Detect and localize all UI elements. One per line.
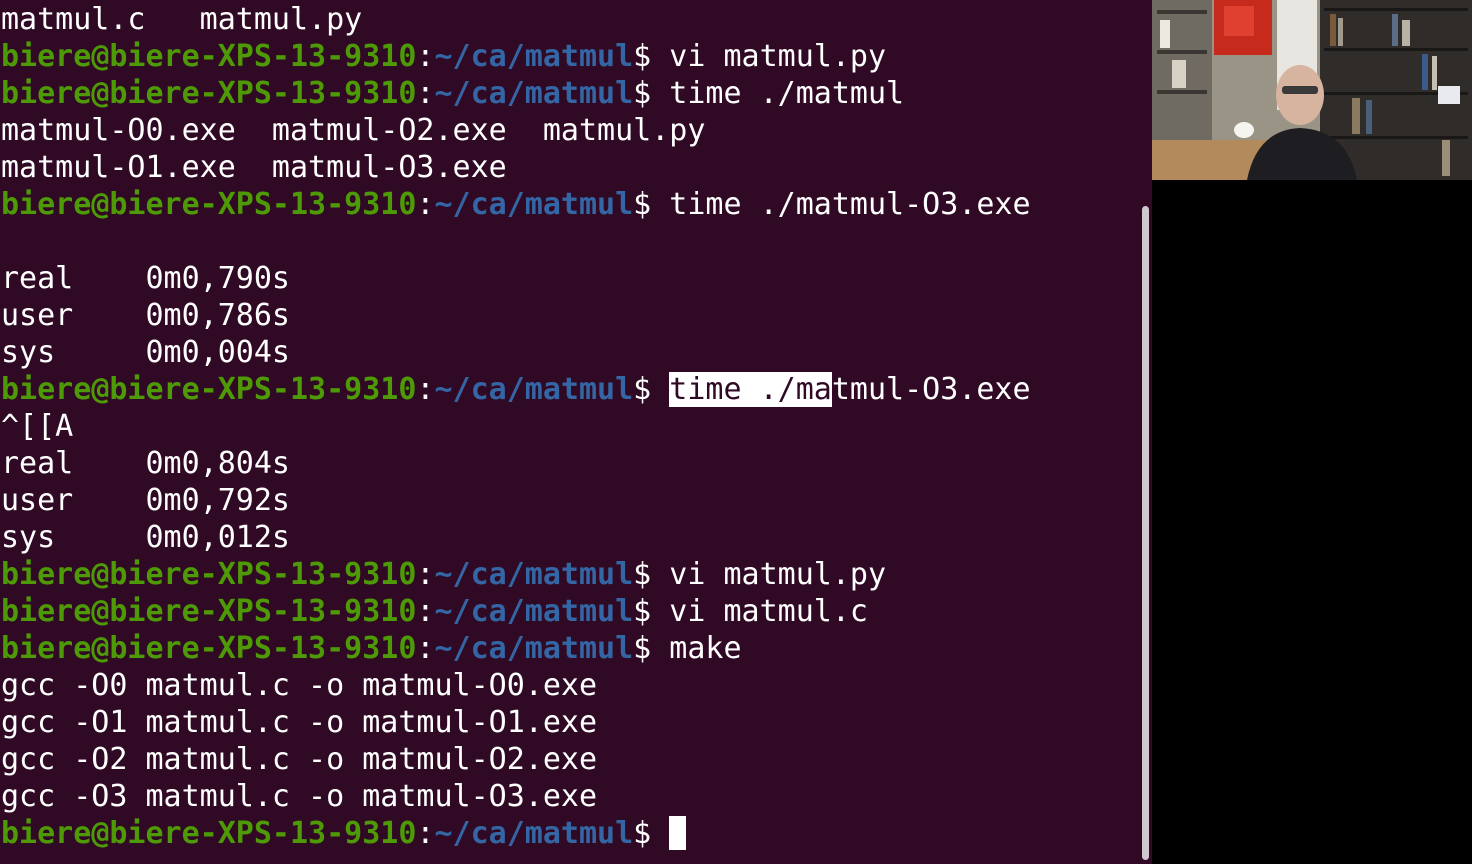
- command-text: vi matmul.c: [669, 594, 868, 629]
- output-line: user 0m0,786s: [1, 297, 1031, 334]
- output-line: user 0m0,792s: [1, 482, 1031, 519]
- prompt-line: biere@biere-XPS-13-9310:~/ca/matmul$: [1, 815, 1031, 852]
- output-line: matmul-O1.exe matmul-O3.exe: [1, 149, 1031, 186]
- prompt-separator: :: [416, 594, 435, 629]
- output-text: ^[[A: [1, 409, 74, 444]
- command-text: vi matmul.py: [669, 557, 887, 592]
- prompt-symbol: $: [633, 816, 652, 851]
- empty-video-area: [1152, 180, 1472, 864]
- output-text: user 0m0,786s: [1, 298, 290, 333]
- prompt-path: ~/ca/matmul: [434, 631, 634, 666]
- command-text: make: [669, 631, 742, 666]
- prompt-user-host: biere@biere-XPS-13-9310: [1, 557, 417, 592]
- prompt-path: ~/ca/matmul: [434, 557, 634, 592]
- prompt-path: ~/ca/matmul: [434, 39, 634, 74]
- prompt-path: ~/ca/matmul: [434, 187, 634, 222]
- prompt-user-host: biere@biere-XPS-13-9310: [1, 76, 417, 111]
- output-text: real 0m0,790s: [1, 261, 290, 296]
- output-text: matmul-O0.exe matmul-O2.exe matmul.py: [1, 113, 706, 148]
- output-text: matmul-O1.exe matmul-O3.exe: [1, 150, 507, 185]
- prompt-separator: :: [416, 557, 435, 592]
- output-line: real 0m0,790s: [1, 260, 1031, 297]
- output-text: user 0m0,792s: [1, 483, 290, 518]
- output-line: gcc -O0 matmul.c -o matmul-O0.exe: [1, 667, 1031, 704]
- prompt-user-host: biere@biere-XPS-13-9310: [1, 631, 417, 666]
- prompt-separator: :: [416, 816, 435, 851]
- command-text: time ./matmul-O3.exe: [669, 187, 1031, 222]
- output-text: sys 0m0,004s: [1, 335, 290, 370]
- prompt-symbol: $: [633, 39, 652, 74]
- prompt-separator: :: [416, 372, 435, 407]
- output-text: gcc -O0 matmul.c -o matmul-O0.exe: [1, 668, 598, 703]
- output-line: ^[[A: [1, 408, 1031, 445]
- text-cursor[interactable]: [669, 816, 687, 850]
- output-line: sys 0m0,012s: [1, 519, 1031, 556]
- prompt-symbol: $: [633, 76, 652, 111]
- terminal-window[interactable]: matmul.c matmul.py biere@biere-XPS-13-931…: [0, 0, 1152, 864]
- prompt-separator: :: [416, 39, 435, 74]
- prompt-separator: :: [416, 187, 435, 222]
- prompt-path: ~/ca/matmul: [434, 76, 634, 111]
- output-line: matmul.c matmul.py: [1, 1, 1031, 38]
- webcam-video-icon: [1152, 0, 1472, 180]
- terminal-output[interactable]: matmul.c matmul.py biere@biere-XPS-13-931…: [1, 1, 1031, 852]
- prompt-user-host: biere@biere-XPS-13-9310: [1, 594, 417, 629]
- prompt-line: biere@biere-XPS-13-9310:~/ca/matmul$ tim…: [1, 75, 1031, 112]
- output-text: gcc -O1 matmul.c -o matmul-O1.exe: [1, 705, 598, 740]
- webcam-overlay: [1152, 0, 1472, 180]
- output-line: real 0m0,804s: [1, 445, 1031, 482]
- output-text: sys 0m0,012s: [1, 520, 290, 555]
- prompt-line: biere@biere-XPS-13-9310:~/ca/matmul$ vi …: [1, 556, 1031, 593]
- prompt-separator: :: [416, 76, 435, 111]
- selected-text[interactable]: time ./ma: [669, 372, 832, 407]
- prompt-path: ~/ca/matmul: [434, 372, 634, 407]
- prompt-symbol: $: [633, 594, 652, 629]
- prompt-line: biere@biere-XPS-13-9310:~/ca/matmul$ vi …: [1, 593, 1031, 630]
- output-line: gcc -O3 matmul.c -o matmul-O3.exe: [1, 778, 1031, 815]
- output-text: matmul.c matmul.py: [1, 2, 363, 37]
- output-line: sys 0m0,004s: [1, 334, 1031, 371]
- prompt-user-host: biere@biere-XPS-13-9310: [1, 39, 417, 74]
- output-line: gcc -O1 matmul.c -o matmul-O1.exe: [1, 704, 1031, 741]
- prompt-line: biere@biere-XPS-13-9310:~/ca/matmul$ tim…: [1, 371, 1031, 408]
- prompt-line: biere@biere-XPS-13-9310:~/ca/matmul$ tim…: [1, 186, 1031, 223]
- prompt-path: ~/ca/matmul: [434, 816, 634, 851]
- command-text: vi matmul.py: [669, 39, 887, 74]
- prompt-symbol: $: [633, 557, 652, 592]
- scrollbar-thumb[interactable]: [1142, 206, 1149, 860]
- output-text: real 0m0,804s: [1, 446, 290, 481]
- prompt-user-host: biere@biere-XPS-13-9310: [1, 816, 417, 851]
- prompt-line: biere@biere-XPS-13-9310:~/ca/matmul$ mak…: [1, 630, 1031, 667]
- prompt-line: biere@biere-XPS-13-9310:~/ca/matmul$ vi …: [1, 38, 1031, 75]
- command-text: tmul-O3.exe: [831, 372, 1031, 407]
- prompt-symbol: $: [633, 372, 652, 407]
- output-text: gcc -O3 matmul.c -o matmul-O3.exe: [1, 779, 598, 814]
- prompt-separator: :: [416, 631, 435, 666]
- terminal-scrollbar[interactable]: [1139, 0, 1152, 864]
- prompt-user-host: biere@biere-XPS-13-9310: [1, 372, 417, 407]
- output-text: gcc -O2 matmul.c -o matmul-O2.exe: [1, 742, 598, 777]
- output-line: gcc -O2 matmul.c -o matmul-O2.exe: [1, 741, 1031, 778]
- prompt-path: ~/ca/matmul: [434, 594, 634, 629]
- prompt-symbol: $: [633, 187, 652, 222]
- output-line: matmul-O0.exe matmul-O2.exe matmul.py: [1, 112, 1031, 149]
- prompt-user-host: biere@biere-XPS-13-9310: [1, 187, 417, 222]
- prompt-symbol: $: [633, 631, 652, 666]
- command-text: time ./matmul: [669, 76, 905, 111]
